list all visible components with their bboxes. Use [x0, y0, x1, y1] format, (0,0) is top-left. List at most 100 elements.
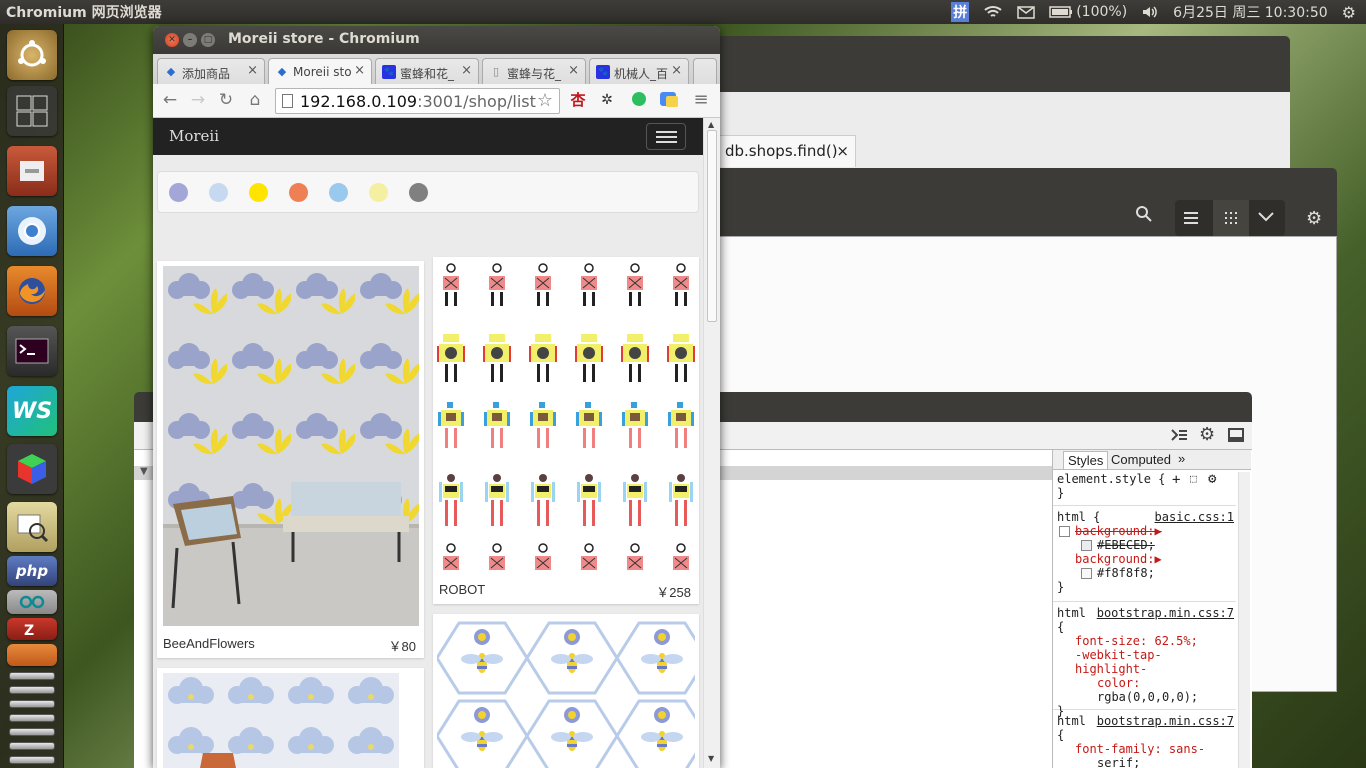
tab-bee-with-flowers[interactable]: ▯ 蜜蜂与花_ ×: [482, 58, 586, 84]
color-swatch[interactable]: [369, 183, 388, 202]
clock[interactable]: 6月25日 周三 10:30:50: [1173, 2, 1328, 22]
new-tab-button[interactable]: [693, 58, 717, 84]
product-card[interactable]: [157, 668, 424, 768]
firefox-icon[interactable]: [7, 266, 57, 316]
scroll-thumb[interactable]: [707, 130, 717, 322]
navbar-toggle-button[interactable]: [646, 123, 686, 150]
home-icon[interactable]: ⌂: [245, 90, 265, 110]
product-card[interactable]: ROBOT ￥258: [433, 257, 699, 604]
color-swatch[interactable]: [1081, 568, 1092, 579]
stacked-item[interactable]: [9, 672, 55, 680]
console-drawer-icon[interactable]: [1170, 428, 1188, 442]
tab-close-icon[interactable]: ×: [354, 63, 365, 78]
background-window-1[interactable]: [700, 36, 1290, 92]
reload-icon[interactable]: ↻: [216, 90, 236, 110]
arduino-icon[interactable]: [7, 590, 57, 614]
maximize-icon[interactable]: □: [201, 33, 215, 47]
stacked-item[interactable]: [9, 756, 55, 764]
site-brand[interactable]: Moreii: [169, 127, 219, 145]
volume-icon[interactable]: [1141, 5, 1159, 19]
tab-close-icon[interactable]: ×: [461, 63, 472, 78]
grid-view-icon[interactable]: [1213, 200, 1249, 236]
rule-source-link[interactable]: basic.css:1: [1155, 510, 1234, 524]
product-caption: BeeAndFlowers ￥80: [157, 628, 424, 658]
ubuntu-icon[interactable]: [7, 30, 57, 80]
color-swatch[interactable]: [209, 183, 228, 202]
property-checkbox[interactable]: [1059, 526, 1070, 537]
stacked-app-icon[interactable]: [7, 644, 57, 666]
minimize-icon[interactable]: –: [183, 33, 197, 47]
dock-icon[interactable]: [1228, 428, 1244, 442]
forward-icon[interactable]: →: [188, 90, 208, 110]
list-view-icon[interactable]: [1184, 211, 1202, 225]
color-swatch[interactable]: [289, 183, 308, 202]
chromium-icon[interactable]: [7, 206, 57, 256]
stacked-item[interactable]: [9, 728, 55, 736]
back-icon[interactable]: ←: [160, 90, 180, 110]
rule-source-link[interactable]: bootstrap.min.css:7: [1097, 714, 1234, 728]
devtools-settings-icon[interactable]: ⚙: [1199, 424, 1215, 445]
address-bar[interactable]: 192.168.0.109:3001/shop/list ☆: [275, 88, 560, 114]
collapse-arrow-icon[interactable]: ▼: [140, 466, 148, 477]
gear-icon[interactable]: ⚙: [1306, 208, 1322, 229]
terminal-icon[interactable]: [7, 326, 57, 376]
chevron-down-icon[interactable]: [1257, 210, 1275, 224]
stacked-item[interactable]: [9, 686, 55, 694]
product-name[interactable]: BeeAndFlowers: [163, 636, 255, 651]
tab-close-icon[interactable]: ×: [568, 63, 579, 78]
php-icon[interactable]: php: [7, 556, 57, 586]
product-name[interactable]: ROBOT: [439, 582, 485, 597]
extension-translate-icon[interactable]: [659, 90, 679, 110]
product-card[interactable]: [433, 614, 699, 768]
window-titlebar[interactable]: ✕ – □ Moreii store - Chromium: [153, 26, 720, 54]
webstorm-icon[interactable]: WS: [7, 386, 57, 436]
battery-icon[interactable]: [1049, 6, 1073, 18]
scroll-up-arrow[interactable]: ▲: [708, 120, 714, 129]
bookmark-star-icon[interactable]: ☆: [537, 90, 553, 111]
stacked-item[interactable]: [9, 742, 55, 750]
styles-scrollbar[interactable]: [1238, 472, 1250, 768]
mongo-tab-close[interactable]: ×: [836, 142, 849, 160]
element-state-icon[interactable]: ⬚: [1190, 472, 1197, 485]
color-swatch[interactable]: [169, 183, 188, 202]
menu-hamburger-icon[interactable]: ≡: [691, 90, 711, 110]
stacked-item[interactable]: [9, 700, 55, 708]
extension-apricot-icon[interactable]: 杏: [568, 90, 588, 110]
input-method-indicator[interactable]: 拼: [951, 2, 970, 22]
extension-evernote-icon[interactable]: [629, 90, 649, 110]
style-rule: html { basic.css:1 background:▶ #EBECED;…: [1053, 508, 1236, 602]
filezilla-icon[interactable]: Z: [7, 618, 57, 640]
mongo-tab[interactable]: db.shops.find() ×: [718, 135, 856, 167]
tab-close-icon[interactable]: ×: [671, 63, 682, 78]
cube-icon[interactable]: [7, 444, 57, 494]
settings-gear-icon[interactable]: ⚙: [1342, 3, 1356, 22]
tab-robot[interactable]: 🐾 机械人_百 ×: [589, 58, 689, 84]
style-settings-icon[interactable]: ⚙: [1208, 471, 1216, 487]
tab-close-icon[interactable]: ×: [247, 63, 258, 78]
scroll-down-arrow[interactable]: ▼: [708, 754, 714, 763]
color-swatch[interactable]: [1081, 540, 1092, 551]
color-swatch[interactable]: [409, 183, 428, 202]
tab-bee-and-flowers[interactable]: 🐾 蜜蜂和花_ ×: [375, 58, 479, 84]
workspace-icon[interactable]: [7, 86, 57, 136]
image-viewer-icon[interactable]: [7, 502, 57, 552]
tab-computed[interactable]: Computed: [1111, 452, 1171, 467]
color-swatch[interactable]: [329, 183, 348, 202]
add-rule-icon[interactable]: +: [1172, 472, 1180, 488]
stacked-item[interactable]: [9, 714, 55, 722]
close-icon[interactable]: ✕: [165, 33, 179, 47]
rule-source-link[interactable]: bootstrap.min.css:7: [1097, 606, 1234, 620]
files-icon[interactable]: [7, 146, 57, 196]
mongo-tab-label: db.shops.find(): [725, 142, 838, 160]
tab-styles[interactable]: Styles: [1063, 451, 1109, 469]
color-swatch[interactable]: [249, 183, 268, 202]
extension-puzzle-icon[interactable]: ✲: [597, 90, 617, 110]
mail-icon[interactable]: [1017, 5, 1035, 19]
tab-add-product[interactable]: ◆ 添加商品 ×: [157, 58, 265, 84]
product-card[interactable]: BeeAndFlowers ￥80: [157, 261, 424, 658]
page-scrollbar[interactable]: ▲ ▼: [703, 118, 720, 768]
search-icon[interactable]: [1130, 204, 1158, 232]
wifi-icon[interactable]: [983, 5, 1003, 19]
tab-more[interactable]: »: [1178, 451, 1185, 466]
tab-moreii-store[interactable]: ◆ Moreii sto ×: [268, 58, 372, 84]
